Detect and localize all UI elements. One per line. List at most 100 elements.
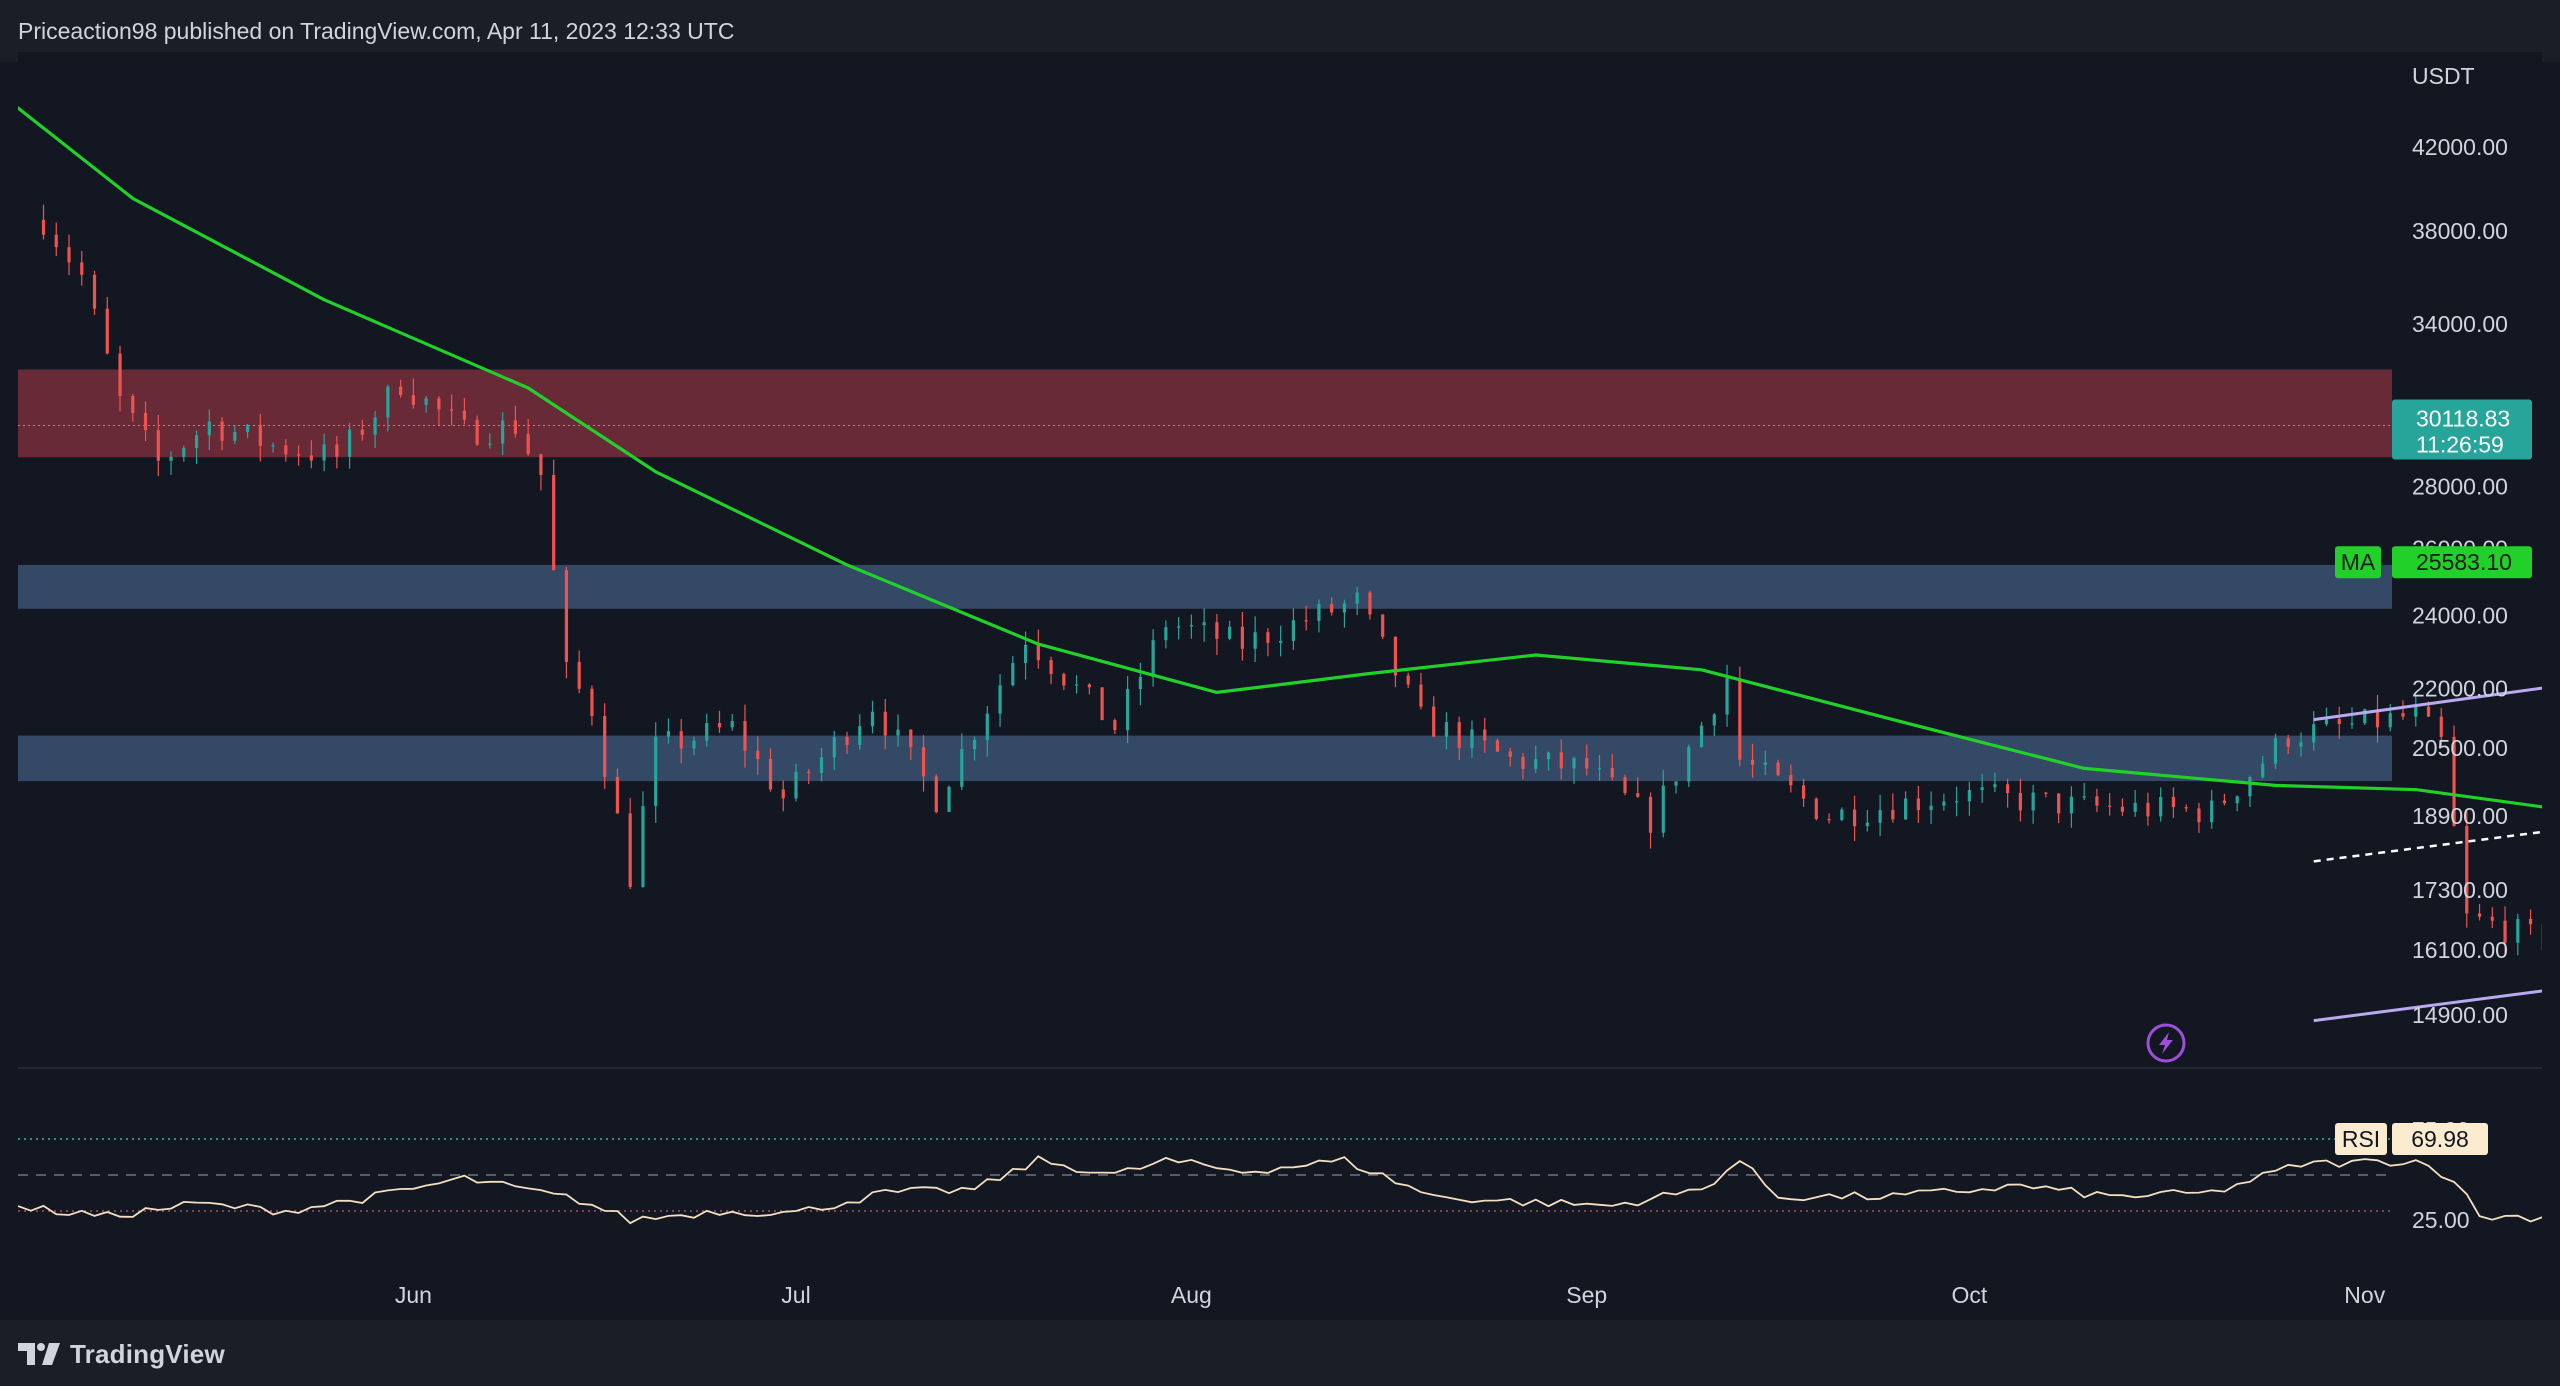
- candle: [1942, 793, 1946, 811]
- candle-body: [1712, 714, 1716, 726]
- candle-body: [1049, 660, 1053, 674]
- candle-body: [284, 445, 288, 455]
- candle: [1904, 791, 1908, 820]
- candle: [475, 415, 479, 446]
- candle: [2069, 786, 2074, 828]
- candle: [2375, 695, 2380, 743]
- candle-body: [1585, 758, 1589, 769]
- candle: [1699, 721, 1704, 748]
- zone-support-upper: [18, 564, 2392, 609]
- candle: [1304, 605, 1308, 631]
- brand[interactable]: TradingView: [18, 1338, 225, 1370]
- candle-body: [475, 419, 479, 445]
- candle: [1177, 617, 1181, 640]
- candle-body: [1546, 752, 1551, 760]
- candle-body: [934, 776, 938, 812]
- candle: [1228, 620, 1232, 641]
- candle: [2159, 787, 2163, 822]
- candle-body: [1521, 756, 1525, 769]
- candle: [552, 459, 556, 571]
- candle: [858, 714, 862, 750]
- candle-body: [2031, 792, 2035, 811]
- candle-body: [896, 729, 900, 736]
- candle: [564, 566, 569, 679]
- candle-body: [1266, 632, 1270, 643]
- candle: [2490, 907, 2494, 929]
- rsi-value: 69.98: [2411, 1126, 2469, 1152]
- candle-body: [1636, 793, 1640, 797]
- candle: [1011, 656, 1015, 687]
- candle-body: [2197, 808, 2201, 823]
- candle: [2235, 795, 2239, 812]
- candle-body: [654, 736, 658, 807]
- candle-body: [1100, 687, 1104, 721]
- candle: [641, 791, 645, 888]
- candle-body: [1177, 626, 1181, 628]
- candle-body: [2516, 918, 2520, 943]
- candle-body: [1597, 768, 1602, 770]
- candle: [998, 674, 1002, 727]
- candle: [2006, 778, 2010, 808]
- candle-body: [348, 429, 352, 457]
- candle: [1189, 614, 1193, 639]
- candle: [1036, 629, 1040, 669]
- candle-body: [1750, 759, 1755, 765]
- candle-body: [131, 395, 135, 413]
- candle-body: [1763, 762, 1767, 765]
- candle: [2133, 789, 2137, 817]
- candle-body: [2057, 793, 2061, 814]
- candle-body: [807, 771, 811, 774]
- candle-body: [1368, 592, 1372, 615]
- candle: [1113, 718, 1117, 735]
- candle-body: [628, 813, 632, 888]
- candle: [2273, 733, 2278, 769]
- publisher-line: Priceaction98 published on TradingView.c…: [18, 18, 735, 44]
- candle-body: [2388, 713, 2392, 728]
- y-tick-label: 22000.00: [2412, 676, 2508, 702]
- candle: [934, 774, 938, 814]
- candle-body: [539, 454, 543, 476]
- candle-body: [501, 420, 505, 444]
- candle: [2057, 793, 2061, 824]
- candle-body: [526, 433, 530, 455]
- candle-body: [564, 570, 569, 662]
- candle-body: [309, 455, 313, 461]
- candle: [1164, 620, 1168, 649]
- candle-body: [2286, 738, 2290, 747]
- candle-body: [1470, 729, 1474, 748]
- candle-body: [781, 789, 785, 799]
- x-tick-label: Oct: [1951, 1282, 1987, 1308]
- candle-body: [1317, 604, 1321, 621]
- candle-body: [909, 729, 913, 748]
- candle-body: [2235, 796, 2239, 804]
- moving-average-line: [16, 106, 2560, 812]
- candle: [2171, 787, 2176, 818]
- candle: [1814, 797, 1818, 821]
- candle-body: [1202, 622, 1206, 626]
- candle-body: [105, 308, 109, 354]
- lightning-icon[interactable]: [2146, 1023, 2186, 1063]
- candle-body: [1801, 785, 1806, 799]
- candle-body: [1457, 722, 1461, 748]
- candle-body: [258, 424, 262, 446]
- candle-body: [2312, 724, 2316, 743]
- candle-body: [615, 776, 620, 814]
- candle: [1801, 778, 1806, 807]
- candle-body: [386, 386, 390, 418]
- candle-body: [794, 771, 798, 799]
- chart-area[interactable]: USDT42000.0038000.0034000.0028000.002600…: [16, 52, 2560, 1320]
- candle: [348, 422, 352, 469]
- candle-body: [2477, 913, 2482, 917]
- candle-body: [2108, 805, 2112, 807]
- candle: [2146, 792, 2150, 826]
- rsi-tick-label: 25.00: [2412, 1207, 2470, 1233]
- candle: [1202, 608, 1206, 642]
- candle: [870, 700, 875, 734]
- candle-body: [1444, 722, 1449, 737]
- candle-body: [1126, 689, 1130, 731]
- footer: TradingView: [0, 1320, 2560, 1386]
- y-tick-label: 24000.00: [2412, 603, 2508, 629]
- candle-body: [998, 685, 1002, 714]
- candle-body: [1432, 706, 1436, 737]
- candle: [80, 250, 84, 286]
